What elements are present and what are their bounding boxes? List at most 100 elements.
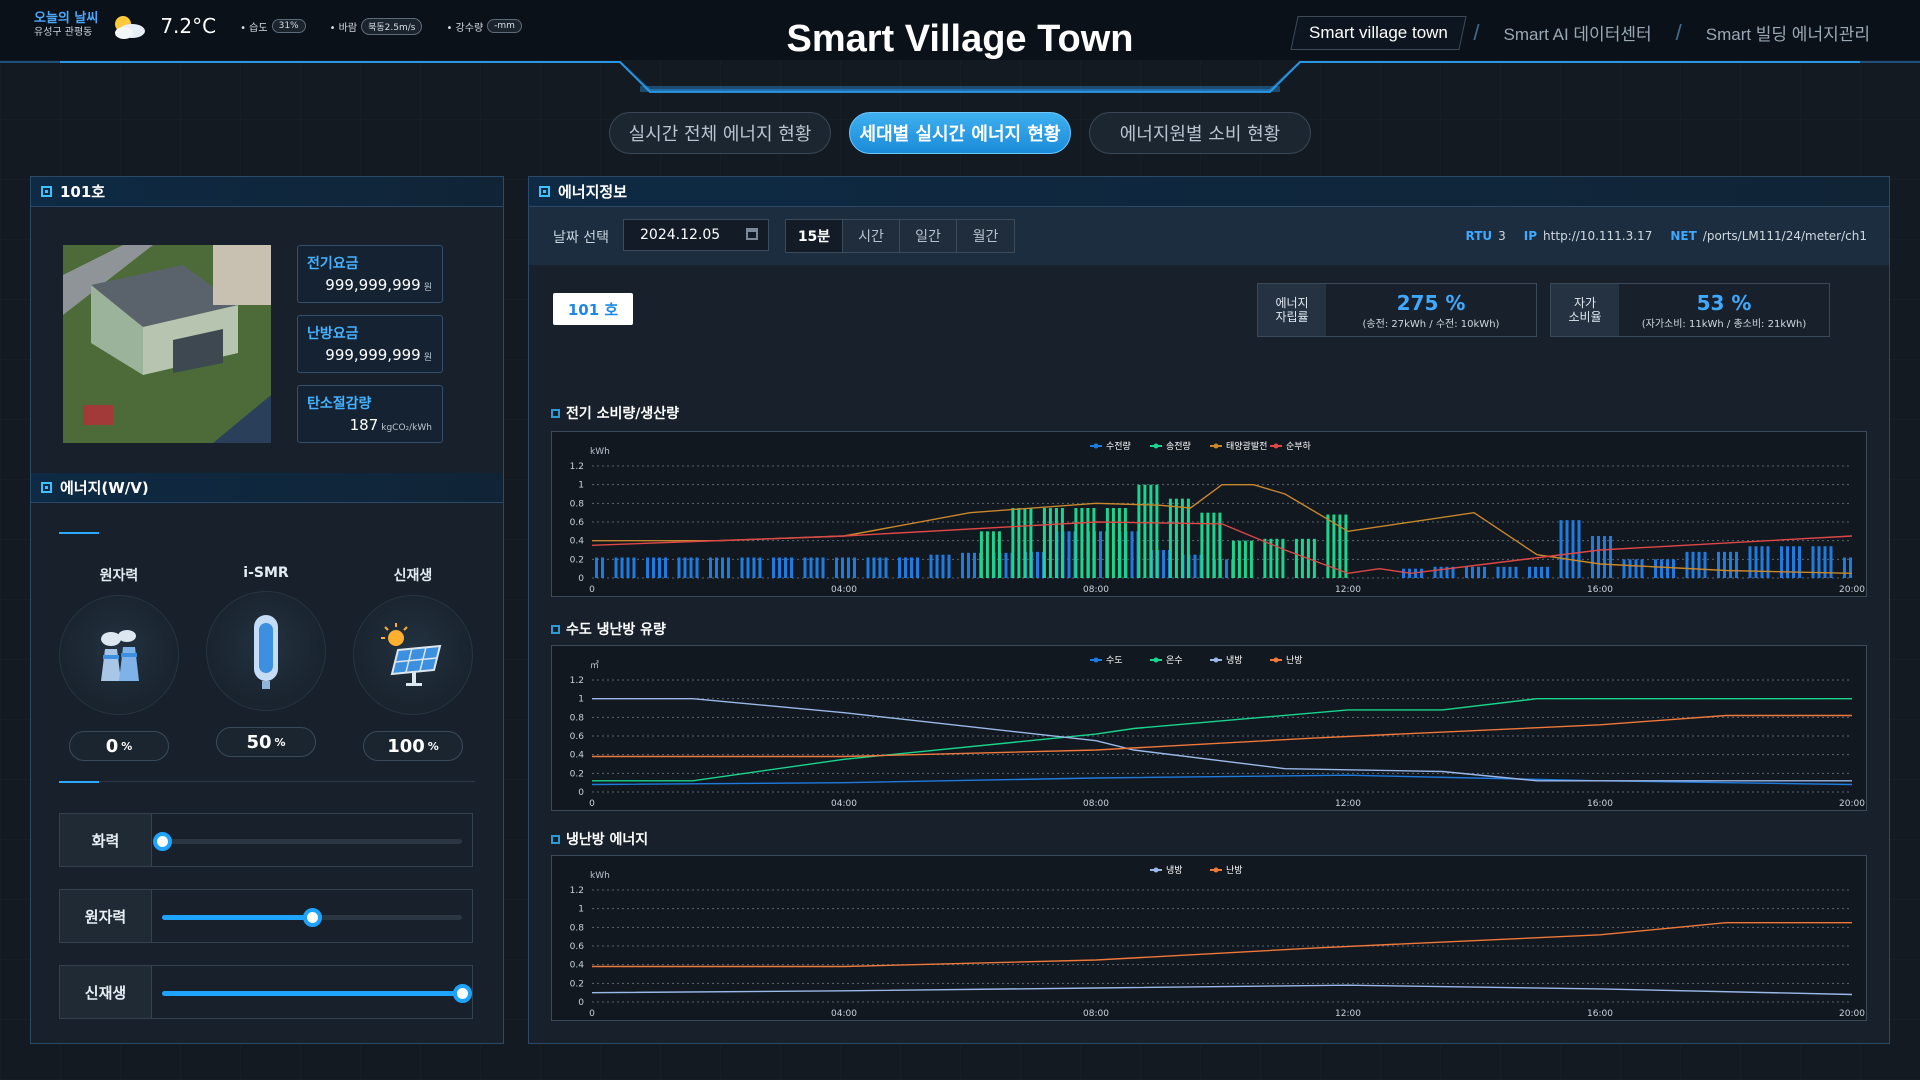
legend-marker: [1093, 657, 1099, 663]
heating-fee-unit: 원: [423, 353, 432, 363]
kpi-label-line2: 소비율: [1568, 310, 1602, 324]
divider-accent: [59, 532, 99, 534]
bar-수전량: [614, 557, 618, 578]
nav-smart-village-town[interactable]: Smart village town: [1290, 15, 1467, 50]
series-line-냉방: [591, 984, 1853, 996]
net-value: /ports/LM111/24/meter/ch1: [1702, 229, 1867, 243]
ip-label: IP: [1523, 229, 1538, 243]
y-tick-label: 0.4: [570, 537, 585, 547]
legend-marker: [1273, 657, 1279, 663]
period-day[interactable]: 일간: [900, 220, 957, 252]
y-tick-label: 1.2: [570, 676, 584, 686]
bar-송전량: [1338, 514, 1342, 578]
bar-수전량: [1439, 566, 1443, 578]
bar-수전량: [689, 557, 693, 578]
bar-수전량: [677, 557, 681, 578]
bar-수전량: [853, 557, 856, 578]
bar-송전량: [985, 531, 989, 578]
tab-source-consumption[interactable]: 에너지원별 소비 현황: [1089, 112, 1311, 154]
slider-handle[interactable]: [453, 984, 472, 1003]
x-tick-label: 20:00: [1839, 585, 1865, 595]
slider-label: 신재생: [60, 966, 152, 1018]
bar-송전량: [1180, 498, 1184, 578]
bar-수전량: [872, 557, 876, 578]
hvac-energy-chart: kWh 0 0.2 0.4 0.6 0.8 1 1.2 0 04:00 08:00 12:00 16:0…: [551, 855, 1867, 1021]
bar-수전량: [821, 557, 825, 578]
bar-수전량: [961, 552, 964, 578]
heating-fee-card: 난방요금 999,999,999 원: [297, 315, 443, 373]
tab-total-energy[interactable]: 실시간 전체 에너지 현황: [609, 112, 831, 154]
legend-label: 수도: [1106, 655, 1123, 666]
bar-송전량: [991, 531, 995, 578]
bar-수전량: [1622, 559, 1626, 578]
legend-marker: [1273, 443, 1279, 449]
bar-수전량: [1597, 536, 1600, 578]
bar-수전량: [1748, 546, 1752, 578]
y-tick-label: 0.2: [570, 979, 584, 989]
nav-smart-ai-datacenter[interactable]: Smart AI 데이터센터: [1490, 14, 1666, 51]
calendar-icon[interactable]: [746, 228, 758, 240]
y-tick-label: 0.8: [570, 499, 585, 509]
bar-송전량: [1168, 498, 1172, 578]
slider-handle[interactable]: [153, 832, 172, 851]
bar-송전량: [1080, 508, 1084, 578]
legend-label: 수전량: [1106, 440, 1131, 452]
period-15min[interactable]: 15분: [786, 220, 843, 252]
bar-수전량: [841, 557, 844, 578]
energy-panel-header: 에너지(W/V): [31, 473, 503, 503]
bar-송전량: [1011, 508, 1015, 578]
bar-송전량: [1117, 508, 1121, 578]
electricity-fee-card: 전기요금 999,999,999 원: [297, 245, 443, 303]
bar-수전량: [815, 557, 819, 578]
y-unit-label: kWh: [590, 447, 610, 457]
chip-icon: [41, 186, 52, 197]
unit-title: 101호: [60, 183, 106, 201]
bar-수전량: [1634, 559, 1638, 578]
bar-수전량: [1754, 546, 1758, 578]
source-name: 신재생: [393, 568, 433, 584]
bar-수전량: [967, 552, 970, 578]
tab-household-energy[interactable]: 세대별 실시간 에너지 현황: [849, 112, 1071, 154]
thermal-slider[interactable]: [152, 814, 472, 866]
bar-수전량: [1559, 520, 1563, 578]
period-month[interactable]: 월간: [957, 220, 1014, 252]
ip-info: IP http://10.111.3.17: [1524, 229, 1653, 243]
bar-수전량: [1540, 566, 1543, 578]
filter-bar: 날짜 선택 2024.12.05 15분 시간 일간 월간 RTU 3 IP htt…: [529, 207, 1889, 265]
bullet-icon: [551, 624, 560, 634]
bar-송전량: [1218, 512, 1222, 578]
nav-smart-building-energy[interactable]: Smart 빌딩 에너지관리: [1692, 14, 1884, 51]
bar-수전량: [809, 557, 813, 578]
y-tick-label: 1: [578, 905, 584, 915]
bar-수전량: [1420, 568, 1423, 578]
bar-송전량: [1143, 484, 1147, 578]
y-tick-label: 0: [578, 788, 584, 798]
heating-fee-label: 난방요금: [307, 326, 359, 342]
bar-수전량: [658, 557, 661, 578]
period-hour[interactable]: 시간: [843, 220, 900, 252]
kpi-label-line2: 자립률: [1275, 310, 1309, 324]
bar-수전량: [752, 557, 756, 578]
source-nuclear: 원자력 0%: [55, 565, 183, 761]
kpi-label: 자가 소비율: [1551, 284, 1619, 336]
kpi-label: 에너지 자립률: [1258, 284, 1326, 336]
bar-수전량: [790, 557, 793, 578]
renewable-slider[interactable]: [152, 966, 472, 1018]
bar-수전량: [1577, 520, 1581, 578]
bar-수전량: [626, 557, 630, 578]
bar-수전량: [1225, 559, 1228, 578]
nav-divider: /: [1675, 19, 1682, 45]
bar-송전량: [1123, 508, 1127, 578]
solar-panel-icon: [381, 623, 442, 686]
date-picker[interactable]: 2024.12.05: [623, 219, 769, 251]
slider-handle[interactable]: [303, 908, 322, 927]
bar-수전량: [601, 557, 604, 578]
hvac-energy-chart-svg: kWh 0 0.2 0.4 0.6 0.8 1 1.2 0 04:00 08:00 12:00 16:0…: [570, 865, 1866, 1019]
nuclear-slider[interactable]: [152, 890, 472, 942]
unit-select-button[interactable]: 101 호: [553, 293, 633, 325]
chart-title-text: 냉난방 에너지: [566, 832, 649, 848]
x-tick-label: 08:00: [1083, 799, 1109, 809]
bar-수전량: [1849, 557, 1852, 578]
electricity-fee-unit: 원: [423, 283, 432, 293]
source-percent-unit: %: [274, 735, 286, 749]
